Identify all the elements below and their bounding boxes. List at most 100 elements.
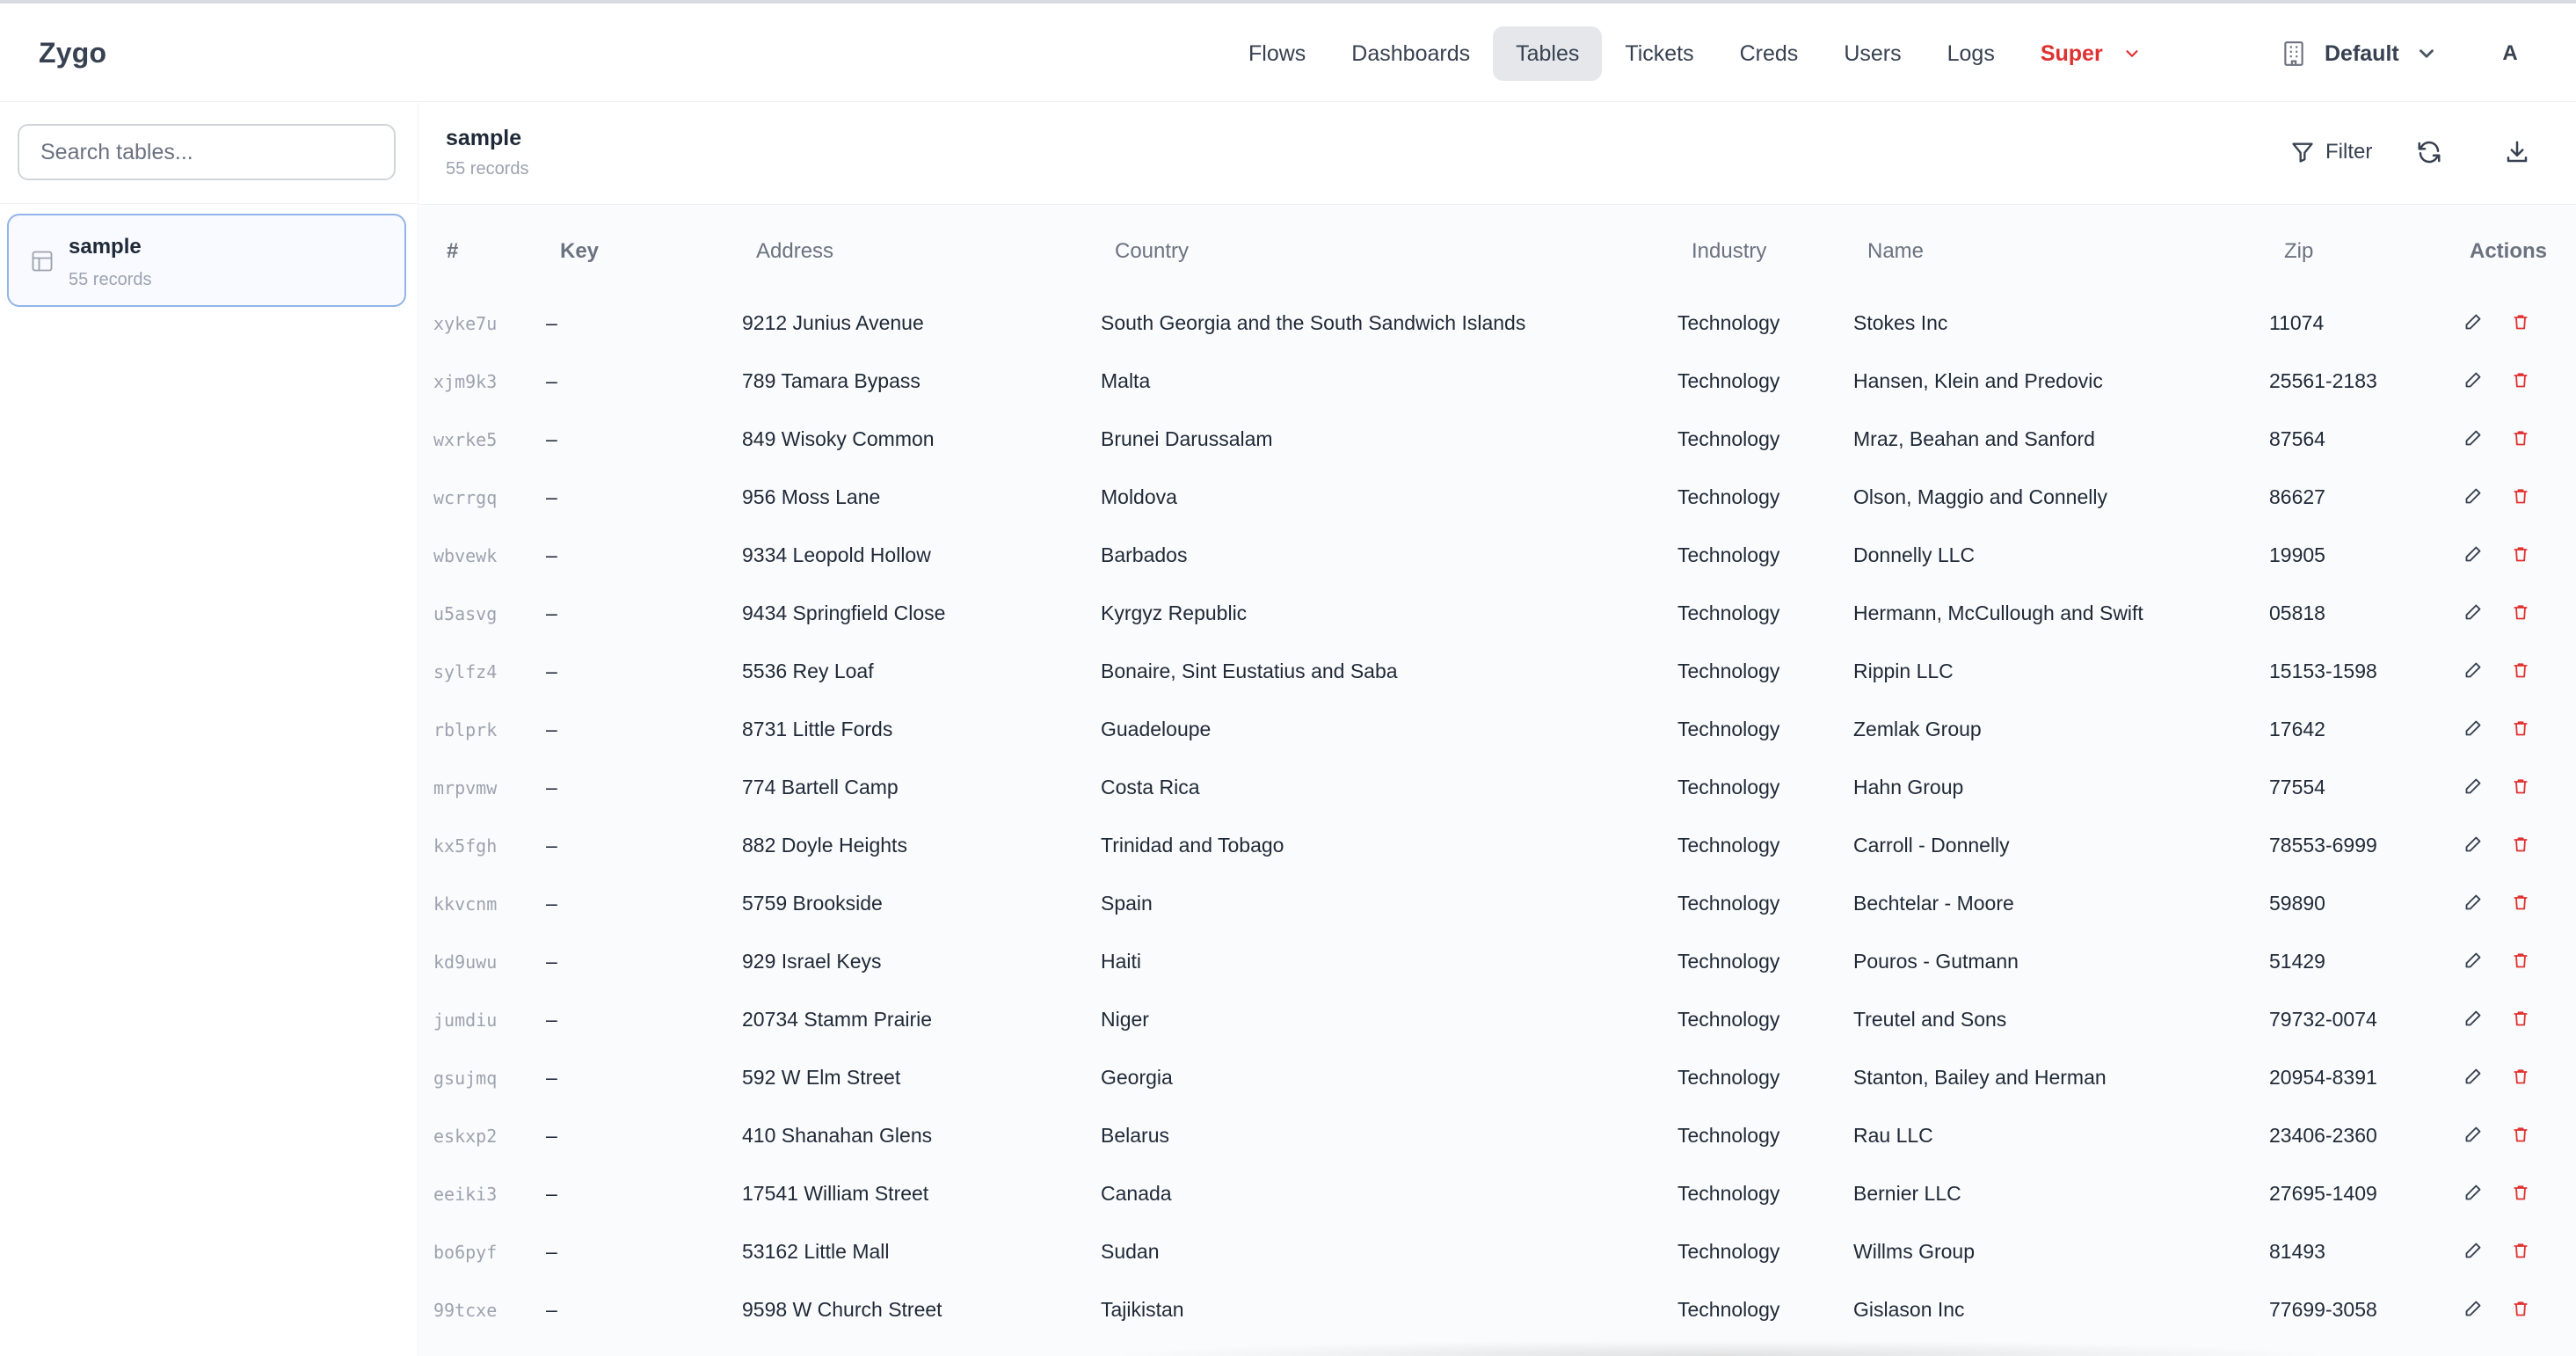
delete-row-button[interactable] xyxy=(2512,545,2531,565)
row-industry-cell: Technology xyxy=(1677,834,1780,857)
row-id-cell: wcrrgq xyxy=(433,487,498,508)
table-row[interactable]: xyke7u – 9212 Junius Avenue South Georgia a… xyxy=(419,294,2576,352)
table-row[interactable]: jumdiu – 20734 Stamm Prairie Niger Technolog… xyxy=(419,990,2576,1048)
delete-row-button[interactable] xyxy=(2512,429,2531,448)
trash-icon xyxy=(2514,1011,2528,1026)
delete-row-button[interactable] xyxy=(2512,1184,2531,1203)
delete-row-button[interactable] xyxy=(2512,1242,2531,1261)
row-name-cell: Gislason Inc xyxy=(1853,1298,1965,1321)
nav-logs[interactable]: Logs xyxy=(1925,26,2018,81)
delete-row-button[interactable] xyxy=(2512,835,2531,855)
table-row[interactable]: wbvewk – 9334 Leopold Hollow Barbados Techno… xyxy=(419,526,2576,584)
trash-icon xyxy=(2514,1301,2528,1316)
row-industry-cell: Technology xyxy=(1677,1008,1780,1031)
edit-row-button[interactable] xyxy=(2464,951,2484,971)
edit-row-button[interactable] xyxy=(2464,1010,2484,1029)
edit-row-button[interactable] xyxy=(2464,313,2484,332)
edit-row-button[interactable] xyxy=(2464,603,2484,623)
edit-row-button[interactable] xyxy=(2464,1300,2484,1319)
row-name-cell: Hansen, Klein and Predovic xyxy=(1853,369,2103,392)
delete-row-button[interactable] xyxy=(2512,313,2531,332)
download-button[interactable] xyxy=(2501,136,2533,168)
row-zip-cell: 78553-6999 xyxy=(2269,834,2377,857)
workspace-selector[interactable]: Default xyxy=(2282,26,2457,81)
user-avatar[interactable]: A xyxy=(2488,32,2532,76)
row-zip-cell: 86627 xyxy=(2269,485,2325,508)
row-address-cell: 9434 Springfield Close xyxy=(742,601,946,624)
search-tables-input[interactable] xyxy=(18,124,396,180)
row-zip-cell: 17642 xyxy=(2269,718,2325,740)
pencil-icon xyxy=(2465,546,2481,562)
delete-row-button[interactable] xyxy=(2512,1068,2531,1087)
app-logo[interactable]: Zygo xyxy=(39,37,106,69)
chevron-down-icon xyxy=(2126,50,2138,57)
table-row[interactable]: eeiki3 – 17541 William Street Canada Technol… xyxy=(419,1164,2576,1222)
edit-row-button[interactable] xyxy=(2464,661,2484,681)
edit-row-button[interactable] xyxy=(2464,1068,2484,1087)
delete-row-button[interactable] xyxy=(2512,661,2531,681)
nav-flows[interactable]: Flows xyxy=(1226,26,1328,81)
nav-super-label: Super xyxy=(2040,40,2103,66)
sidebar-divider xyxy=(0,203,418,204)
nav-tickets[interactable]: Tickets xyxy=(1602,26,1716,81)
table-row[interactable]: sylfz4 – 5536 Rey Loaf Bonaire, Sint Eustat… xyxy=(419,642,2576,700)
table-row[interactable]: kx5fgh – 882 Doyle Heights Trinidad and Tob… xyxy=(419,816,2576,874)
edit-row-button[interactable] xyxy=(2464,1242,2484,1261)
nav-super-dropdown[interactable]: Super xyxy=(2018,26,2165,81)
row-zip-cell: 87564 xyxy=(2269,427,2325,450)
table-row[interactable]: xjm9k3 – 789 Tamara Bypass Malta Technology H… xyxy=(419,352,2576,410)
pencil-icon xyxy=(2465,488,2481,504)
trash-icon xyxy=(2514,605,2528,620)
delete-row-button[interactable] xyxy=(2512,893,2531,913)
row-name-cell: Treutel and Sons xyxy=(1853,1008,2007,1031)
table-row[interactable]: wcrrgq – 956 Moss Lane Moldova Technology Ols… xyxy=(419,468,2576,526)
table-row[interactable]: eskxp2 – 410 Shanahan Glens Belarus Technolo… xyxy=(419,1106,2576,1164)
trash-icon xyxy=(2514,953,2528,968)
table-row[interactable]: gsujmq – 592 W Elm Street Georgia Technology… xyxy=(419,1048,2576,1106)
delete-row-button[interactable] xyxy=(2512,777,2531,797)
delete-row-button[interactable] xyxy=(2512,719,2531,739)
table-row[interactable]: 99tcxe – 9598 W Church Street Tajikistan Tec… xyxy=(419,1280,2576,1338)
table-row[interactable]: kd9uwu – 929 Israel Keys Haiti Technology Pou… xyxy=(419,932,2576,990)
edit-row-button[interactable] xyxy=(2464,1126,2484,1145)
edit-row-button[interactable] xyxy=(2464,719,2484,739)
sidebar-table-sample[interactable]: sample 55 records xyxy=(7,214,406,307)
table-row[interactable]: rblprk – 8731 Little Fords Guadeloupe Techno… xyxy=(419,700,2576,758)
top-header: Zygo Flows Dashboards Tables Tickets Cre… xyxy=(0,4,2576,102)
table-row[interactable]: wxrke5 – 849 Wisoky Common Brunei Darussala… xyxy=(419,410,2576,468)
filter-button[interactable]: Filter xyxy=(2290,133,2372,171)
trash-icon xyxy=(2514,895,2528,910)
delete-row-button[interactable] xyxy=(2512,951,2531,971)
row-country-cell: Kyrgyz Republic xyxy=(1101,601,1248,624)
table-row[interactable]: bo6pyf – 53162 Little Mall Sudan Technology W… xyxy=(419,1222,2576,1280)
nav-dashboards[interactable]: Dashboards xyxy=(1328,26,1493,81)
edit-row-button[interactable] xyxy=(2464,777,2484,797)
edit-row-button[interactable] xyxy=(2464,429,2484,448)
delete-row-button[interactable] xyxy=(2512,1126,2531,1145)
delete-row-button[interactable] xyxy=(2512,1010,2531,1029)
table-row[interactable]: u5asvg – 9434 Springfield Close Kyrgyz Repu… xyxy=(419,584,2576,642)
col-header-address[interactable]: Address xyxy=(756,239,833,264)
edit-row-button[interactable] xyxy=(2464,1184,2484,1203)
trash-icon xyxy=(2514,547,2528,562)
col-header-industry[interactable]: Industry xyxy=(1692,239,1766,264)
col-header-zip[interactable]: Zip xyxy=(2284,239,2313,264)
table-row[interactable]: mrpvmw – 774 Bartell Camp Costa Rica Technol… xyxy=(419,758,2576,816)
edit-row-button[interactable] xyxy=(2464,545,2484,565)
row-zip-cell: 25561-2183 xyxy=(2269,369,2377,392)
edit-row-button[interactable] xyxy=(2464,835,2484,855)
edit-row-button[interactable] xyxy=(2464,371,2484,390)
edit-row-button[interactable] xyxy=(2464,893,2484,913)
nav-users[interactable]: Users xyxy=(1821,26,1924,81)
delete-row-button[interactable] xyxy=(2512,487,2531,507)
table-row[interactable]: kkvcnm – 5759 Brookside Spain Technology Bech… xyxy=(419,874,2576,932)
refresh-button[interactable] xyxy=(2413,136,2445,168)
nav-tables[interactable]: Tables xyxy=(1493,26,1603,81)
delete-row-button[interactable] xyxy=(2512,1300,2531,1319)
delete-row-button[interactable] xyxy=(2512,603,2531,623)
col-header-country[interactable]: Country xyxy=(1115,239,1189,264)
col-header-name[interactable]: Name xyxy=(1867,239,1924,264)
delete-row-button[interactable] xyxy=(2512,371,2531,390)
edit-row-button[interactable] xyxy=(2464,487,2484,507)
nav-creds[interactable]: Creds xyxy=(1717,26,1822,81)
